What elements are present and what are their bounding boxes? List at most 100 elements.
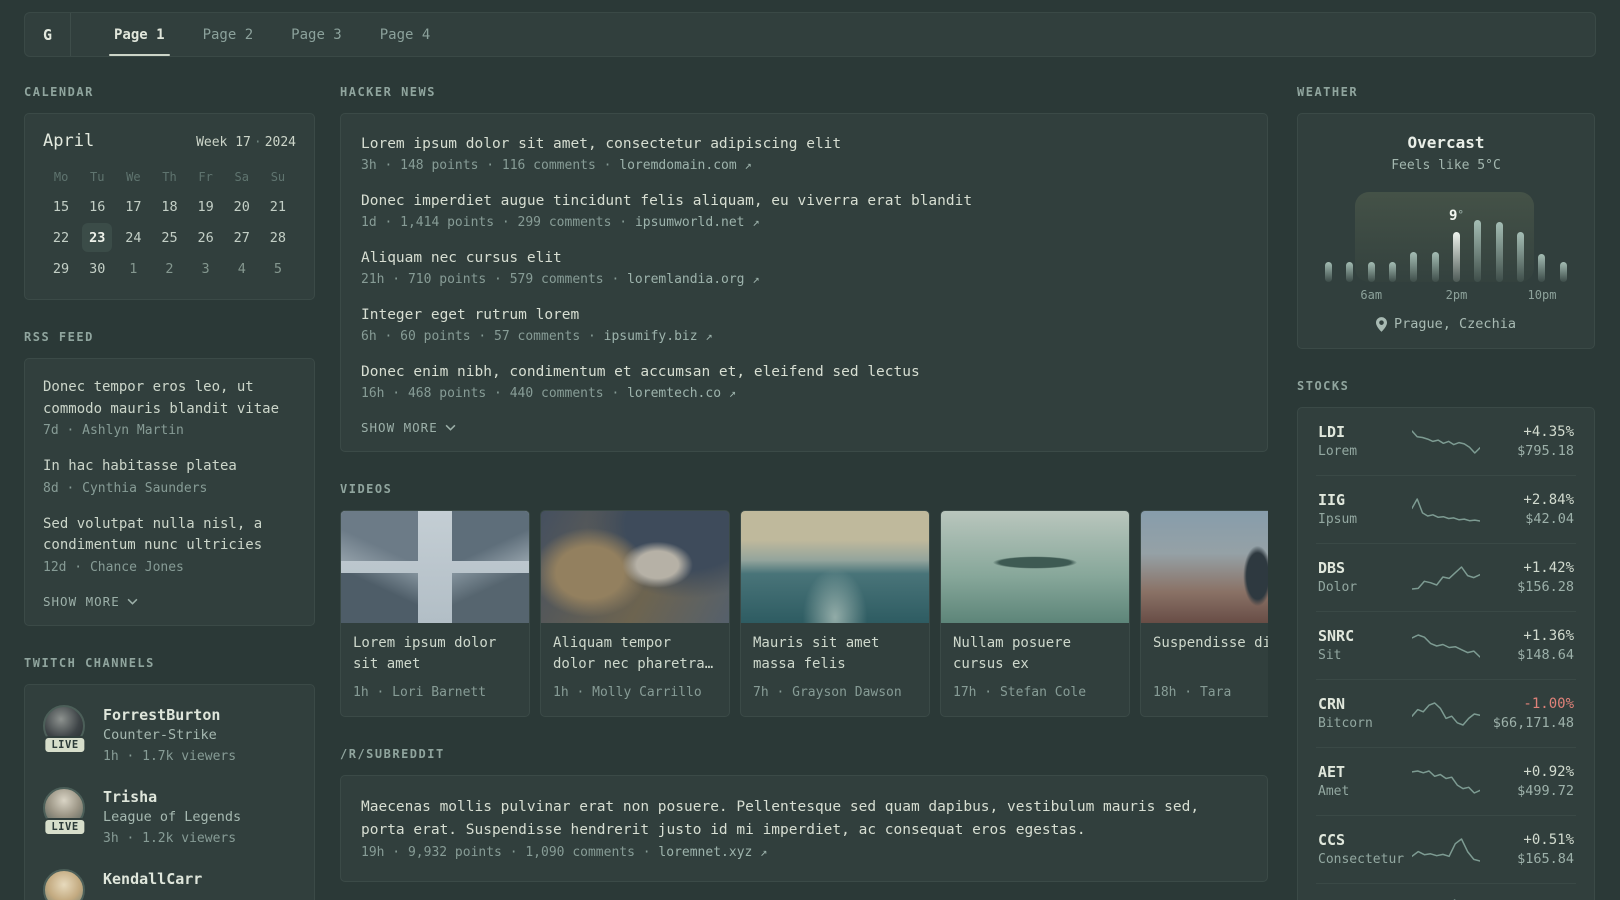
weekday-label: Sa: [234, 170, 249, 184]
stock-id: AET Amet: [1318, 762, 1412, 801]
stock-change: +0.51%: [1523, 832, 1574, 848]
stock-name: Bitcorn: [1318, 716, 1373, 731]
stock-change: +1.42%: [1523, 560, 1574, 576]
video-card[interactable]: Lorem ipsum dolor sit amet consectetu… 1…: [340, 510, 530, 717]
subreddit-card: Maecenas mollis pulvinar erat non posuer…: [340, 775, 1268, 882]
stock-name: Consectetur: [1318, 852, 1405, 867]
app-logo: G: [25, 13, 71, 56]
item-domain-link[interactable]: ipsumify.biz: [604, 329, 698, 344]
channel-name[interactable]: Trisha: [103, 787, 241, 807]
stock-row[interactable]: DBS Dolor +1.42% $156.28: [1316, 543, 1576, 611]
degree-symbol: °: [1457, 208, 1465, 221]
video-title[interactable]: Aliquam tempor dolor nec pharetra…: [553, 633, 717, 675]
hackernews-item-title[interactable]: Donec imperdiet augue tincidunt felis al…: [361, 190, 1247, 212]
item-meta-text: 6h · 60 points · 57 comments ·: [361, 329, 596, 344]
stock-row[interactable]: LDI Lorem +4.35% $795.18: [1316, 408, 1576, 475]
calendar-day: 20: [233, 198, 250, 215]
weather-bar: [1495, 222, 1503, 282]
video-card[interactable]: Nullam posuere cursus ex 17h · Stefan Co…: [940, 510, 1130, 717]
video-card[interactable]: Aliquam tempor dolor nec pharetra… 1h · …: [540, 510, 730, 717]
nav-tab[interactable]: Page 2: [184, 13, 273, 56]
video-card[interactable]: Mauris sit amet massa felis 7h · Grayson…: [740, 510, 930, 717]
stock-name: Dolor: [1318, 580, 1358, 595]
nav-tab-label: Page 3: [291, 26, 342, 43]
item-domain-link[interactable]: loremdomain.com: [619, 158, 736, 173]
video-title[interactable]: Nullam posuere cursus ex: [953, 633, 1117, 675]
calendar-day: 23: [82, 223, 113, 252]
stock-change: +2.84%: [1523, 492, 1574, 508]
hackernews-show-more-button[interactable]: SHOW MORE: [361, 420, 1247, 435]
rss-item-title[interactable]: Donec tempor eros leo, ut commodo mauris…: [43, 377, 296, 420]
nav-tab-label: Page 1: [114, 26, 165, 43]
video-thumbnail[interactable]: [541, 511, 729, 623]
twitch-channel-row[interactable]: KendallCarr: [43, 868, 296, 900]
calendar-day: 24: [125, 229, 142, 246]
weather-bar: [1431, 252, 1439, 282]
video-card-body: Mauris sit amet massa felis 7h · Grayson…: [741, 623, 929, 716]
stock-row[interactable]: CRN Bitcorn -1.00% $66,171.48: [1316, 679, 1576, 747]
nav-tab[interactable]: Page 4: [361, 13, 450, 56]
video-title[interactable]: Lorem ipsum dolor sit amet consectetu…: [353, 633, 517, 675]
stock-ticker: AET: [1318, 763, 1346, 781]
weather-bar: [1538, 254, 1546, 282]
video-card-body: Lorem ipsum dolor sit amet consectetu… 1…: [341, 623, 529, 716]
right-column: WEATHER Overcast Feels like 5°C 9° 6am 2…: [1297, 85, 1595, 900]
calendar-card: April Week 17 · 2024 Mo Tu We Th Fr Sa Su 15 16 17…: [24, 113, 315, 300]
weather-bar: [1325, 262, 1333, 282]
video-thumbnail[interactable]: [1141, 511, 1268, 623]
hackernews-item-title[interactable]: Integer eget rutrum lorem: [361, 304, 1247, 326]
weather-condition: Overcast: [1407, 133, 1485, 152]
item-domain-link[interactable]: ipsumworld.net: [635, 215, 745, 230]
hackernews-card: Lorem ipsum dolor sit amet, consectetur …: [340, 113, 1268, 452]
rss-item-title[interactable]: In hac habitasse platea: [43, 456, 296, 478]
post-title[interactable]: Maecenas mollis pulvinar erat non posuer…: [361, 796, 1247, 842]
rss-section-title: RSS FEED: [24, 330, 94, 344]
video-card[interactable]: Suspendisse diam 18h · Tara: [1140, 510, 1268, 717]
hackernews-item-title[interactable]: Donec enim nibh, condimentum et accumsan…: [361, 361, 1247, 383]
video-thumbnail[interactable]: [341, 511, 529, 623]
stock-ticker: SNRC: [1318, 627, 1355, 645]
twitch-channel-row[interactable]: LIVE Trisha League of Legends 3h · 1.2k …: [43, 786, 296, 849]
stock-row[interactable]: AET Amet +0.92% $499.72: [1316, 747, 1576, 815]
calendar-day: 19: [197, 198, 214, 215]
stock-row[interactable]: IIG Ipsum +2.84% $42.04: [1316, 475, 1576, 543]
weather-bar-slot: [1318, 262, 1339, 282]
video-thumbnail[interactable]: [941, 511, 1129, 623]
weekday-label: We: [126, 170, 141, 184]
hackernews-item-title[interactable]: Aliquam nec cursus elit: [361, 247, 1247, 269]
calendar-widget: CALENDAR April Week 17 · 2024 Mo Tu We Th Fr Sa…: [24, 85, 315, 300]
external-link-icon: ↗: [744, 158, 752, 172]
twitch-channel-row[interactable]: LIVE ForrestBurton Counter-Strike 1h · 1…: [43, 704, 296, 767]
channel-name[interactable]: ForrestBurton: [103, 705, 236, 725]
videos-section-title: VIDEOS: [340, 482, 393, 496]
item-domain-link[interactable]: loremlandia.org: [627, 272, 744, 287]
hackernews-item-title[interactable]: Lorem ipsum dolor sit amet, consectetur …: [361, 133, 1247, 155]
hackernews-item-meta: 21h · 710 points · 579 comments · loreml…: [361, 269, 1247, 290]
stock-row[interactable]: AHS +0.46%: [1316, 883, 1576, 900]
stock-price: $795.18: [1517, 443, 1574, 459]
weather-bar: [1410, 252, 1418, 282]
rss-show-more-button[interactable]: SHOW MORE: [43, 594, 296, 609]
post-domain-link[interactable]: loremnet.xyz: [658, 845, 752, 860]
calendar-day: 1: [129, 260, 138, 277]
nav-tab[interactable]: Page 3: [272, 13, 361, 56]
twitch-card: LIVE ForrestBurton Counter-Strike 1h · 1…: [24, 683, 315, 900]
stock-values: +2.84% $42.04: [1480, 490, 1574, 529]
channel-name[interactable]: KendallCarr: [103, 869, 202, 889]
rss-item-title[interactable]: Sed volutpat nulla nisl, a condimentum n…: [43, 514, 296, 557]
video-thumbnail[interactable]: [741, 511, 929, 623]
channel-game: League of Legends: [103, 808, 242, 825]
video-title[interactable]: Mauris sit amet massa felis: [753, 633, 917, 675]
item-domain-link[interactable]: loremtech.co: [627, 386, 721, 401]
channel-game: Counter-Strike: [103, 726, 217, 743]
weather-bar-slot: [1446, 232, 1467, 282]
weather-bar: [1389, 262, 1397, 282]
show-more-label: SHOW MORE: [361, 420, 438, 435]
location-text: Prague, Czechia: [1394, 316, 1516, 332]
video-title[interactable]: Suspendisse diam: [1153, 633, 1268, 675]
stock-sparkline: [1412, 565, 1480, 590]
stock-row[interactable]: SNRC Sit +1.36% $148.64: [1316, 611, 1576, 679]
nav-tab[interactable]: Page 1: [95, 13, 184, 56]
stock-sparkline: [1412, 633, 1480, 658]
stock-row[interactable]: CCS Consectetur +0.51% $165.84: [1316, 815, 1576, 883]
